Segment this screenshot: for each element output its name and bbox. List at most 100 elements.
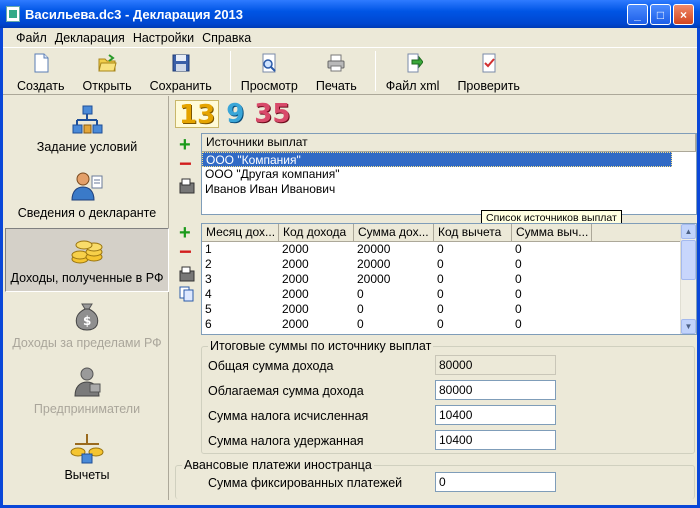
sidebar-item-income-rf[interactable]: Доходы, полученные в РФ: [5, 228, 169, 292]
check-button[interactable]: Проверить: [457, 49, 520, 93]
create-button[interactable]: Создать: [17, 49, 65, 93]
declarant-icon: [70, 170, 104, 202]
printer-icon: [326, 53, 346, 73]
save-button[interactable]: Сохранить: [150, 49, 212, 93]
check-document-icon: [479, 53, 499, 73]
app-icon: [6, 6, 20, 22]
xml-export-icon: [403, 53, 424, 73]
table-row[interactable]: 5 2000 0 0 0: [202, 302, 696, 317]
tax-calculated-label: Сумма налога исчисленная: [208, 409, 369, 423]
tax-withheld-field[interactable]: 10400: [435, 430, 556, 450]
tax-rate-selector: 13 9 35: [175, 99, 293, 129]
income-scrollbar[interactable]: ▲ ▼: [680, 224, 696, 334]
table-row[interactable]: 4 2000 0 0 0: [202, 287, 696, 302]
source-item[interactable]: Иванов Иван Иванович: [202, 182, 696, 197]
total-income-field: 80000: [435, 355, 556, 375]
sources-actions: + −: [179, 135, 195, 194]
sidebar-item-deductions[interactable]: Вычеты: [5, 426, 169, 490]
taxable-income-label: Облагаемая сумма дохода: [208, 384, 364, 398]
cell: 0: [357, 317, 364, 331]
tax-calculated-field[interactable]: 10400: [435, 405, 556, 425]
menu-file[interactable]: Файл: [16, 31, 47, 45]
totals-group: Итоговые суммы по источнику выплат Общая…: [201, 339, 695, 454]
cell: 3: [205, 272, 212, 286]
advance-title: Авансовые платежи иностранца: [182, 458, 374, 472]
edit-income-icon[interactable]: [179, 266, 195, 282]
fixed-payments-field[interactable]: 0: [435, 472, 556, 492]
cell: 0: [515, 317, 522, 331]
cell: 0: [515, 242, 522, 256]
remove-income-minus-icon[interactable]: −: [179, 241, 195, 263]
cell: 0: [437, 272, 444, 286]
remove-source-minus-icon[interactable]: −: [179, 153, 195, 175]
sidebar-item-entrepreneurs[interactable]: Предприниматели: [5, 360, 169, 424]
column-header[interactable]: Сумма дох...: [354, 224, 434, 241]
cell: 2000: [282, 272, 309, 286]
maximize-button[interactable]: □: [650, 4, 671, 25]
svg-text:$: $: [83, 314, 91, 328]
income-table[interactable]: Месяц дох... Код дохода Сумма дох... Код…: [201, 223, 697, 335]
total-income-label: Общая сумма дохода: [208, 359, 334, 373]
cell: 0: [437, 257, 444, 271]
table-row[interactable]: 2 2000 20000 0 0: [202, 257, 696, 272]
sources-header: Источники выплат: [202, 134, 696, 151]
cell: 0: [437, 317, 444, 331]
preview-button[interactable]: Просмотр: [241, 49, 298, 93]
window-title: Васильева.dc3 - Декларация 2013: [25, 6, 244, 22]
open-button[interactable]: Открыть: [83, 49, 132, 93]
cell: 2000: [282, 242, 309, 256]
print-button[interactable]: Печать: [316, 49, 357, 93]
column-header[interactable]: Сумма выч...: [512, 224, 592, 241]
table-row[interactable]: 6 2000 0 0 0: [202, 317, 696, 332]
column-header[interactable]: Месяц дох...: [202, 224, 279, 241]
toolbar: Создать Открыть Сохранить Просмотр Печат…: [3, 49, 697, 95]
title-bar[interactable]: Васильева.dc3 - Декларация 2013 _ □ ×: [0, 0, 700, 28]
rate-9-tab[interactable]: 9: [223, 100, 247, 128]
cell: 0: [515, 272, 522, 286]
cell: 6: [205, 317, 212, 331]
sidebar-item-declarant[interactable]: Сведения о декларанте: [5, 164, 169, 228]
column-header[interactable]: Код дохода: [279, 224, 354, 241]
source-item[interactable]: ООО "Компания": [202, 152, 672, 167]
menu-bar: Файл Декларация Настройки Справка: [3, 28, 697, 48]
sources-list[interactable]: Источники выплат ООО "Компания" ООО "Дру…: [201, 133, 697, 215]
menu-help[interactable]: Справка: [202, 31, 251, 45]
sidebar-item-conditions[interactable]: Задание условий: [5, 98, 169, 162]
rate-13-tab[interactable]: 13: [175, 100, 220, 129]
rate-35-tab[interactable]: 35: [251, 100, 293, 128]
cell: 0: [437, 302, 444, 316]
cell: 0: [515, 287, 522, 301]
cell: 20000: [357, 272, 391, 286]
open-folder-icon: [97, 53, 117, 73]
sidebar-item-income-abroad[interactable]: $ Доходы за пределами РФ: [5, 294, 169, 358]
preview-icon: [259, 53, 279, 73]
export-xml-button[interactable]: Файл xml: [386, 49, 439, 93]
conditions-icon: [70, 104, 104, 136]
totals-title: Итоговые суммы по источнику выплат: [208, 339, 434, 353]
edit-source-icon[interactable]: [179, 178, 195, 194]
scroll-thumb[interactable]: [681, 240, 696, 280]
scroll-up-arrow-icon[interactable]: ▲: [681, 224, 696, 239]
cell: 2000: [282, 317, 309, 331]
copy-icon[interactable]: [179, 286, 195, 302]
column-header[interactable]: Код вычета: [434, 224, 512, 241]
cell: 0: [437, 242, 444, 256]
taxable-income-field[interactable]: 80000: [435, 380, 556, 400]
cell: 20000: [357, 257, 391, 271]
cell: 5: [205, 302, 212, 316]
income-rows: 1 2000 20000 0 0 2 2000 20000 0 0 3 2000 20000 0 0 4…: [202, 242, 696, 332]
cell: 0: [515, 302, 522, 316]
close-button[interactable]: ×: [673, 4, 694, 25]
cell: 2000: [282, 287, 309, 301]
menu-declaration[interactable]: Декларация: [55, 31, 125, 45]
scroll-down-arrow-icon[interactable]: ▼: [681, 319, 696, 334]
menu-settings[interactable]: Настройки: [133, 31, 194, 45]
minimize-button[interactable]: _: [627, 4, 648, 25]
new-document-icon: [31, 53, 51, 73]
deductions-icon: [70, 432, 104, 464]
table-row[interactable]: 3 2000 20000 0 0: [202, 272, 696, 287]
source-item[interactable]: ООО "Другая компания": [202, 167, 696, 182]
cell: 2000: [282, 257, 309, 271]
sidebar: Задание условий Сведения о декларанте До…: [5, 96, 169, 500]
table-row[interactable]: 1 2000 20000 0 0: [202, 242, 696, 257]
